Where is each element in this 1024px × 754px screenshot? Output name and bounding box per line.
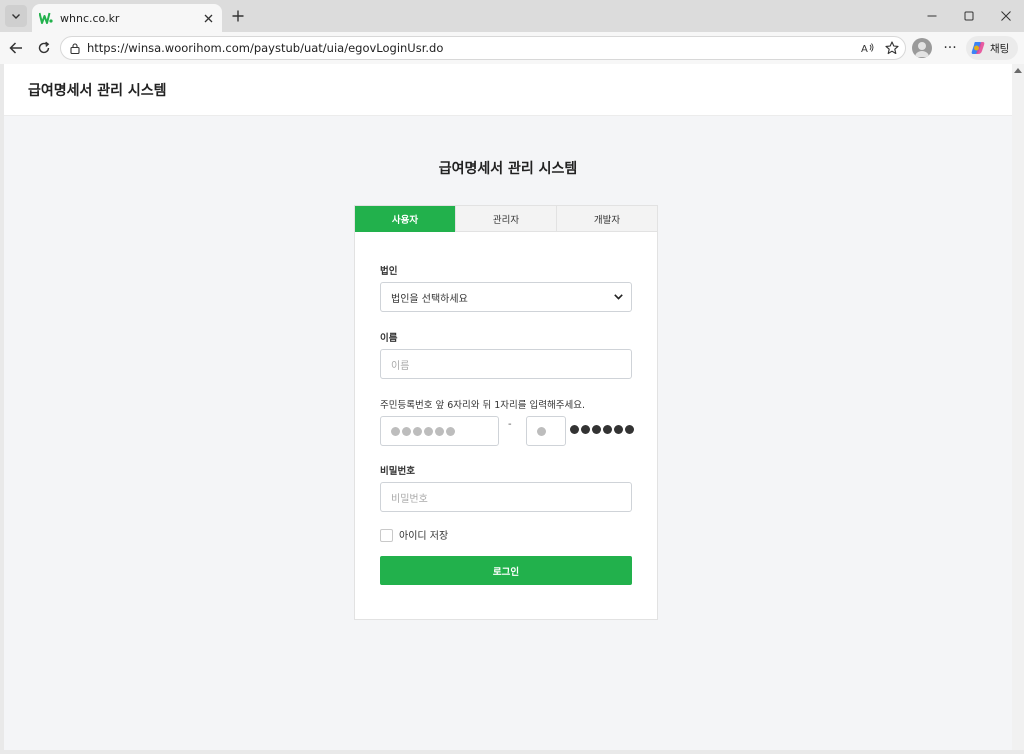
copilot-label: 채팅 [990, 42, 1010, 55]
address-bar[interactable]: https://winsa.woorihom.com/paystub/uat/u… [60, 36, 906, 60]
minimize-button[interactable] [914, 0, 950, 32]
rrn-front-placeholder [391, 426, 455, 436]
profile-avatar[interactable] [912, 38, 932, 58]
tab-user[interactable]: 사용자 [355, 206, 455, 232]
user-icon [915, 42, 929, 57]
lock-icon[interactable] [63, 42, 87, 54]
password-label: 비밀번호 [380, 466, 415, 477]
site-favicon-icon [38, 10, 54, 26]
company-select-value: 법인을 선택하세요 [391, 293, 468, 305]
read-aloud-icon[interactable]: A [857, 37, 879, 59]
reload-icon [38, 41, 50, 54]
page-scrollbar[interactable] [1012, 64, 1024, 750]
close-tab-icon[interactable] [200, 10, 216, 26]
page-title: 급여명세서 관리 시스템 [438, 161, 578, 177]
tab-admin[interactable]: 관리자 [455, 206, 556, 232]
tab-list-button[interactable] [5, 5, 27, 27]
rrn-separator: - [508, 419, 512, 430]
tab-developer[interactable]: 개발자 [556, 206, 657, 232]
favorite-star-icon[interactable] [881, 37, 903, 59]
copilot-icon [971, 42, 985, 54]
scroll-up-arrow-icon[interactable] [1014, 68, 1022, 73]
copilot-chat-button[interactable]: 채팅 [966, 36, 1018, 60]
minimize-icon [927, 15, 937, 17]
chevron-down-icon [12, 14, 20, 19]
rrn-label: 주민등록번호 앞 6자리와 뒤 1자리를 입력해주세요. [380, 400, 586, 411]
login-role-tabs: 사용자 관리자 개발자 [355, 206, 657, 232]
site-header: 급여명세서 관리 시스템 [4, 64, 1012, 116]
chevron-down-icon [614, 294, 623, 300]
browser-tab[interactable]: whnc.co.kr [32, 4, 222, 32]
back-button[interactable] [4, 36, 28, 60]
arrow-left-icon [9, 42, 22, 54]
browser-toolbar: https://winsa.woorihom.com/paystub/uat/u… [0, 32, 1024, 64]
password-input[interactable]: 비밀번호 [380, 482, 632, 512]
url-text[interactable]: https://winsa.woorihom.com/paystub/uat/u… [87, 41, 857, 55]
login-card: 사용자 관리자 개발자 법인 법인을 선택하세요 이름 이름 주민등록번호 앞 … [354, 205, 658, 620]
browser-tabstrip: whnc.co.kr [0, 0, 1024, 32]
name-label: 이름 [380, 333, 398, 344]
remember-id-label[interactable]: 아이디 저장 [399, 527, 448, 542]
login-button[interactable]: 로그인 [380, 556, 632, 585]
close-icon [1001, 11, 1011, 21]
rrn-back-input[interactable] [526, 416, 566, 446]
site-title: 급여명세서 관리 시스템 [28, 83, 167, 99]
name-input[interactable]: 이름 [380, 349, 632, 379]
reload-button[interactable] [32, 36, 56, 60]
tab-title: whnc.co.kr [60, 11, 120, 25]
page-viewport: 급여명세서 관리 시스템 급여명세서 관리 시스템 사용자 관리자 개발자 법인… [4, 64, 1012, 750]
maximize-button[interactable] [951, 0, 987, 32]
rrn-front-input[interactable] [380, 416, 499, 446]
svg-text:A: A [861, 44, 868, 54]
rrn-back-placeholder [537, 426, 546, 436]
maximize-icon [964, 11, 974, 21]
remember-id-checkbox[interactable] [380, 529, 393, 542]
plus-icon [232, 10, 244, 22]
close-window-button[interactable] [988, 0, 1024, 32]
rrn-mask [570, 425, 634, 434]
company-select[interactable]: 법인을 선택하세요 [380, 282, 632, 312]
company-label: 법인 [380, 266, 398, 277]
more-options-button[interactable]: ··· [940, 38, 960, 58]
new-tab-button[interactable] [228, 6, 248, 26]
